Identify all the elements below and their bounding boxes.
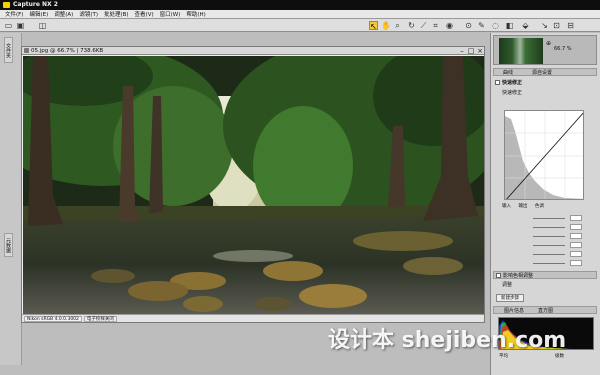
app-title: Capture NX 2 bbox=[13, 1, 58, 8]
maximize-icon[interactable]: □ bbox=[467, 47, 475, 55]
quick-fix-title: 快速修正 bbox=[502, 80, 523, 86]
color-profile-label[interactable]: Nikon sRGB 4.0.0.3002 bbox=[24, 316, 82, 322]
color-adjust-label: 影响色相调整 bbox=[503, 273, 534, 279]
slider-5[interactable] bbox=[493, 251, 597, 258]
forest-river-photo bbox=[23, 56, 484, 314]
red-eye-icon[interactable]: ◉ bbox=[445, 21, 454, 30]
straighten-icon[interactable]: ⟋ bbox=[419, 21, 428, 30]
navigator-zoom[interactable]: 66.7 % bbox=[554, 46, 571, 52]
gradient-icon[interactable]: ◧ bbox=[505, 21, 514, 30]
open-icon[interactable]: ▭ bbox=[4, 21, 13, 30]
document-title-bar[interactable]: 05.jpg @ 66.7% | 738.6KB – □ × bbox=[22, 47, 484, 55]
menu-view[interactable]: 查看(V) bbox=[135, 10, 154, 18]
curves-histogram bbox=[505, 111, 583, 199]
histogram-average-label: 平均 bbox=[499, 354, 508, 359]
save-icon[interactable]: ▣ bbox=[16, 21, 25, 30]
menu-help[interactable]: 帮助(H) bbox=[186, 10, 205, 18]
navigator-thumbnail[interactable] bbox=[499, 38, 543, 64]
quick-fix-checkbox[interactable] bbox=[495, 80, 500, 85]
adjust-label: 调整 bbox=[502, 282, 513, 288]
soft-proof-label[interactable]: 电子校样关闭 bbox=[83, 316, 117, 322]
new-step-button[interactable]: 新建步骤 bbox=[496, 294, 524, 302]
histogram-label: 直方图 bbox=[538, 308, 554, 314]
settings-dropdown[interactable]: 源自设置 bbox=[532, 69, 552, 77]
hand-icon[interactable]: ✋ bbox=[381, 21, 391, 30]
selection-icon[interactable]: ⊡ bbox=[552, 21, 561, 30]
browser-icon[interactable]: ◫ bbox=[38, 21, 47, 30]
app-icon bbox=[3, 2, 10, 8]
slider-3[interactable] bbox=[493, 233, 597, 240]
toolbar: ▭ ▣ ◫ ↖ ✋ ⌕ ↻ ⟋ ⌗ ◉ ⊙ ✎ ◌ ◧ ⬙ ↘ ⊡ ⊟ bbox=[0, 19, 600, 32]
quick-fix-sub: 快速修正 bbox=[502, 90, 523, 96]
slider-4[interactable] bbox=[493, 242, 597, 249]
tab-metadata[interactable]: 元数据 bbox=[4, 233, 13, 257]
edit-section-label: 曲线 bbox=[503, 70, 514, 76]
rotate-icon[interactable]: ↻ bbox=[407, 21, 416, 30]
pen-icon[interactable]: ↘ bbox=[540, 21, 549, 30]
tool-options-icon[interactable]: ⊟ bbox=[566, 21, 575, 30]
minimize-icon[interactable]: – bbox=[458, 47, 466, 55]
channel-tone[interactable]: 色调 bbox=[535, 204, 544, 209]
document-icon bbox=[24, 48, 29, 53]
window-title-bar: Capture NX 2 bbox=[0, 0, 600, 10]
menu-window[interactable]: 窗口(W) bbox=[160, 10, 181, 18]
zoom-in-icon[interactable]: ⊕ bbox=[546, 40, 551, 47]
adjust-row[interactable]: 调整 bbox=[493, 281, 597, 289]
left-panel-strip: 文件夹 元数据 bbox=[0, 33, 22, 365]
slider-6[interactable] bbox=[493, 260, 597, 267]
color-adjust-row[interactable]: 影响色相调整 bbox=[493, 271, 597, 279]
channel-output[interactable]: 输出 bbox=[518, 204, 527, 209]
histogram-levels-label: 级数 bbox=[555, 354, 564, 359]
photo-info-title: 图片信息 bbox=[504, 308, 525, 314]
document-window: 05.jpg @ 66.7% | 738.6KB – □ × Nikon sRG… bbox=[21, 46, 485, 323]
direct-select-icon[interactable]: ↖ bbox=[369, 21, 378, 31]
channel-input[interactable]: 输入 bbox=[502, 204, 511, 209]
channel-row: 输入 输出 色调 bbox=[493, 203, 597, 211]
crop-icon[interactable]: ⌗ bbox=[431, 21, 440, 30]
tab-folders[interactable]: 文件夹 bbox=[4, 37, 13, 63]
curves-graph[interactable] bbox=[504, 110, 584, 200]
menu-edit[interactable]: 编辑(E) bbox=[29, 10, 48, 18]
photo-info-header[interactable]: 图片信息 直方图 bbox=[493, 306, 597, 314]
menu-batch[interactable]: 批处理(B) bbox=[104, 10, 129, 18]
menu-bar: 文件(F) 编辑(E) 调整(A) 滤镜(T) 批处理(B) 查看(V) 窗口(… bbox=[0, 10, 600, 19]
document-status-bar: Nikon sRGB 4.0.0.3002 电子校样关闭 bbox=[22, 314, 484, 322]
zoom-icon[interactable]: ⌕ bbox=[393, 21, 402, 30]
fill-icon[interactable]: ⬙ bbox=[521, 21, 530, 30]
navigator-panel: ⊕ 66.7 % bbox=[493, 35, 597, 65]
brush-icon[interactable]: ✎ bbox=[477, 21, 486, 30]
menu-adjust[interactable]: 调整(A) bbox=[54, 10, 73, 18]
menu-file[interactable]: 文件(F) bbox=[5, 10, 23, 18]
close-icon[interactable]: × bbox=[476, 47, 484, 55]
edit-list-header[interactable]: 曲线 源自设置 bbox=[493, 68, 597, 76]
watermark: 设计本 shejiben.com bbox=[328, 328, 567, 353]
color-adjust-checkbox[interactable] bbox=[496, 273, 501, 278]
photo-canvas[interactable] bbox=[23, 56, 484, 314]
document-title: 05.jpg @ 66.7% | 738.6KB bbox=[31, 48, 104, 54]
quick-fix-title-row[interactable]: 快速修正 bbox=[493, 79, 597, 87]
slider-1[interactable] bbox=[493, 215, 597, 222]
menu-filter[interactable]: 滤镜(T) bbox=[79, 10, 98, 18]
quick-fix-sub-row[interactable]: 快速修正 bbox=[493, 89, 597, 97]
histogram-footer: 平均 级数 bbox=[493, 353, 597, 361]
control-point-icon[interactable]: ⊙ bbox=[464, 21, 473, 30]
lasso-icon[interactable]: ◌ bbox=[491, 21, 500, 30]
slider-2[interactable] bbox=[493, 224, 597, 231]
